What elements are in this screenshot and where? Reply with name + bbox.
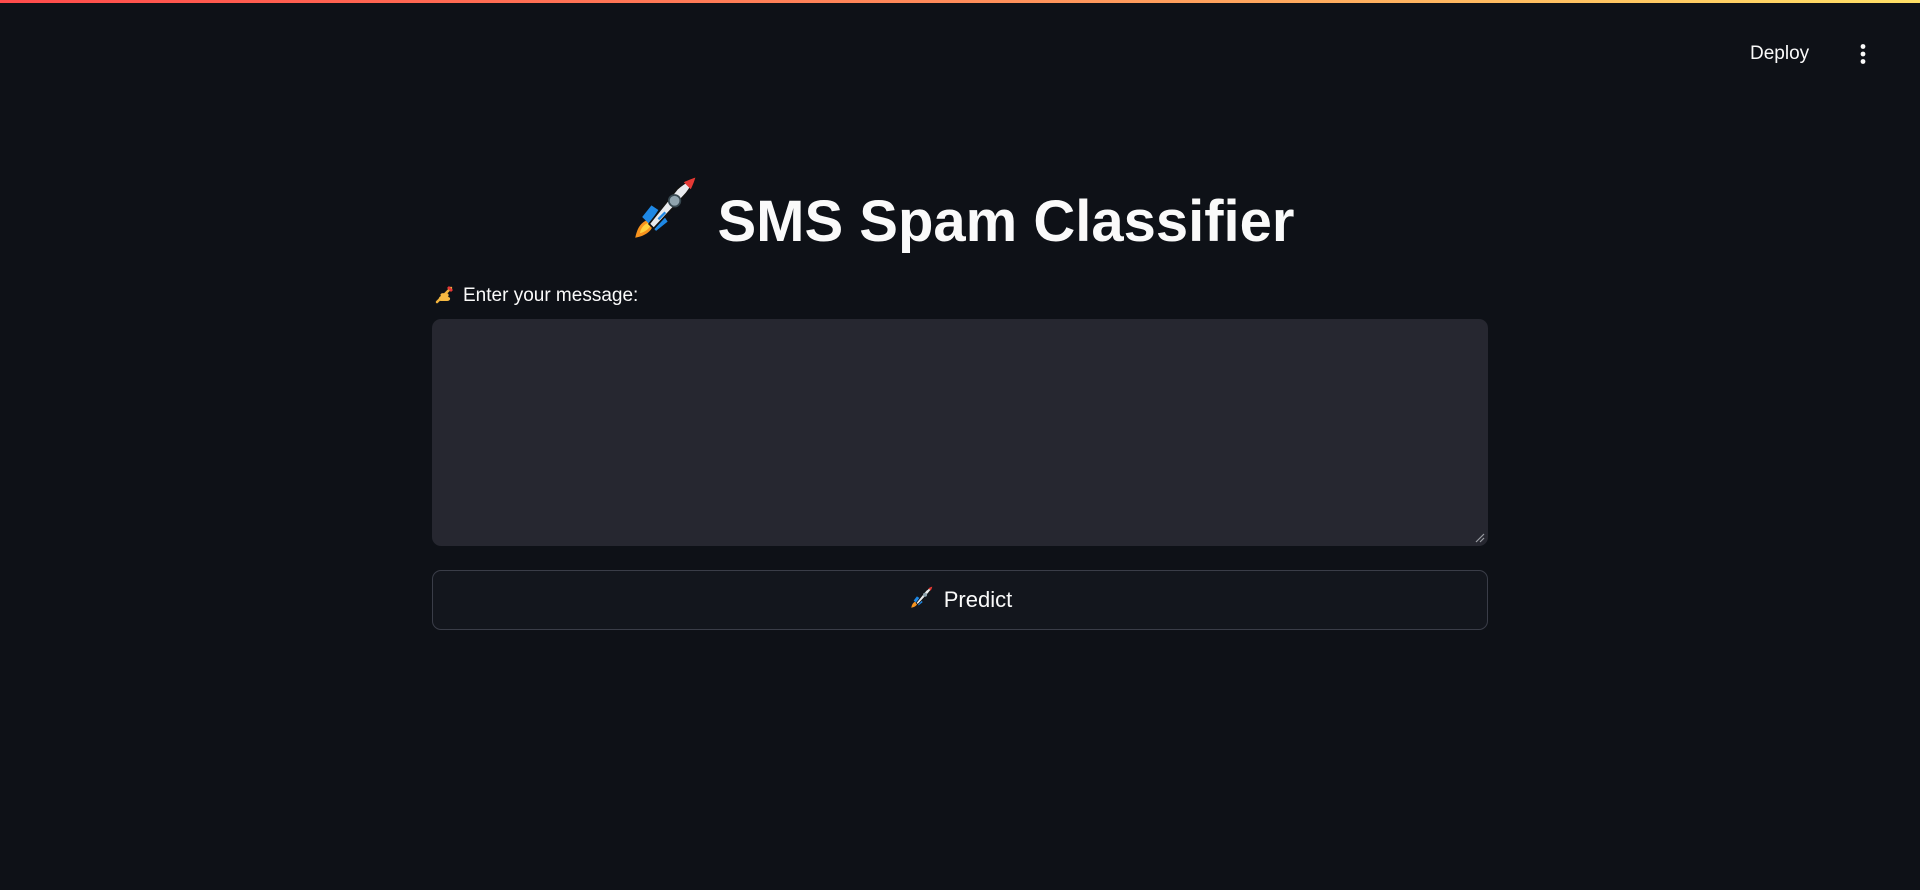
deploy-button[interactable]: Deploy bbox=[1750, 40, 1809, 68]
predict-button[interactable]: Predict bbox=[432, 570, 1488, 630]
page-title: SMS Spam Classifier bbox=[432, 173, 1488, 269]
predict-button-label: Predict bbox=[943, 587, 1013, 612]
message-input-container bbox=[432, 319, 1488, 546]
rocket-icon bbox=[908, 585, 934, 615]
message-input-label-text: Enter your message: bbox=[463, 285, 639, 306]
rocket-icon bbox=[626, 173, 700, 269]
writing-hand-icon bbox=[435, 284, 457, 313]
top-decoration-bar bbox=[0, 0, 1920, 3]
main-menu-button[interactable] bbox=[1850, 40, 1876, 68]
resize-handle-icon[interactable] bbox=[1474, 532, 1485, 543]
more-vertical-icon bbox=[1860, 44, 1866, 64]
page-title-text: SMS Spam Classifier bbox=[717, 189, 1295, 254]
message-input-label: Enter your message: bbox=[435, 282, 638, 313]
message-input[interactable] bbox=[432, 319, 1488, 546]
